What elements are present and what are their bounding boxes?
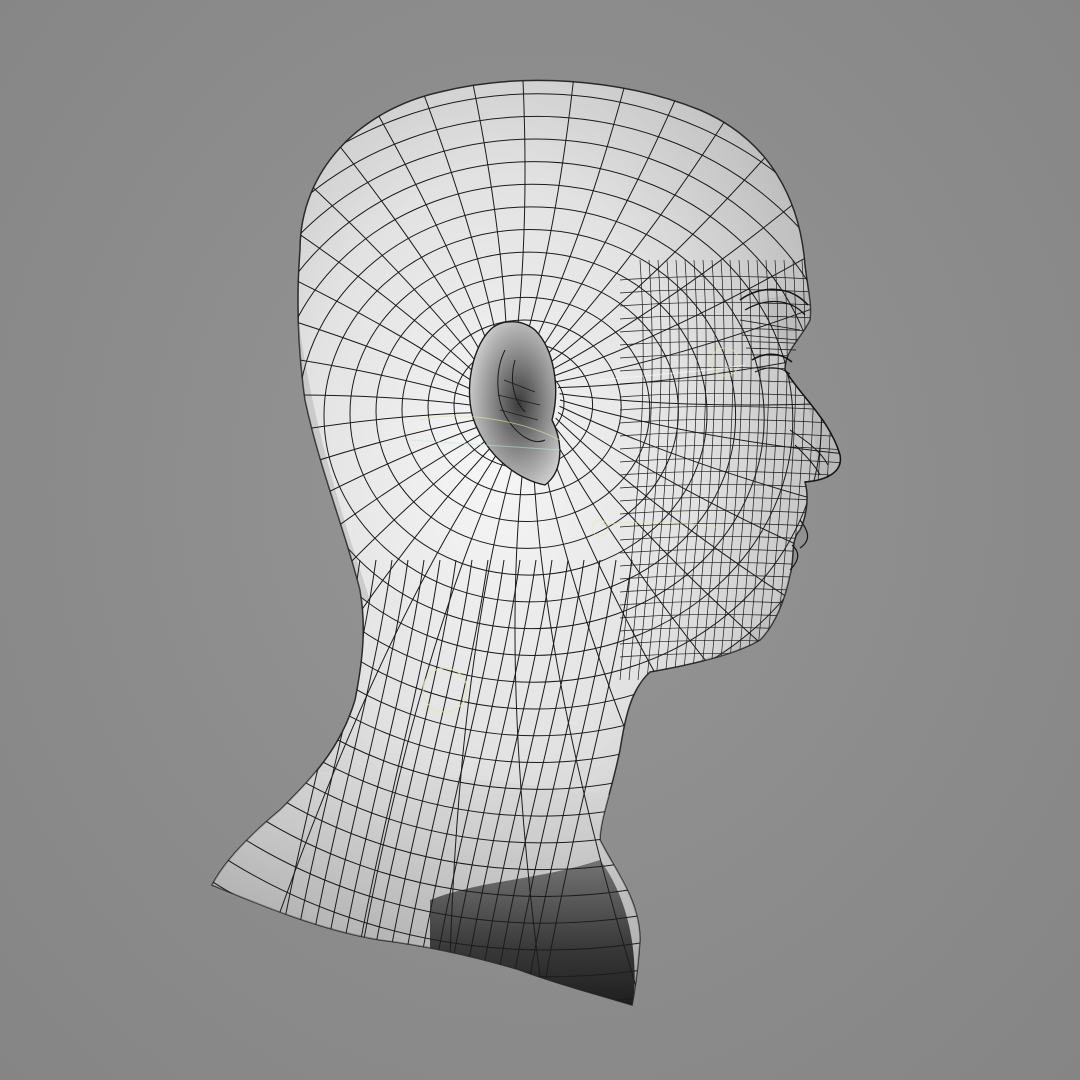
3d-viewport[interactable] <box>0 0 1080 1080</box>
head-mesh-render <box>211 79 842 1006</box>
